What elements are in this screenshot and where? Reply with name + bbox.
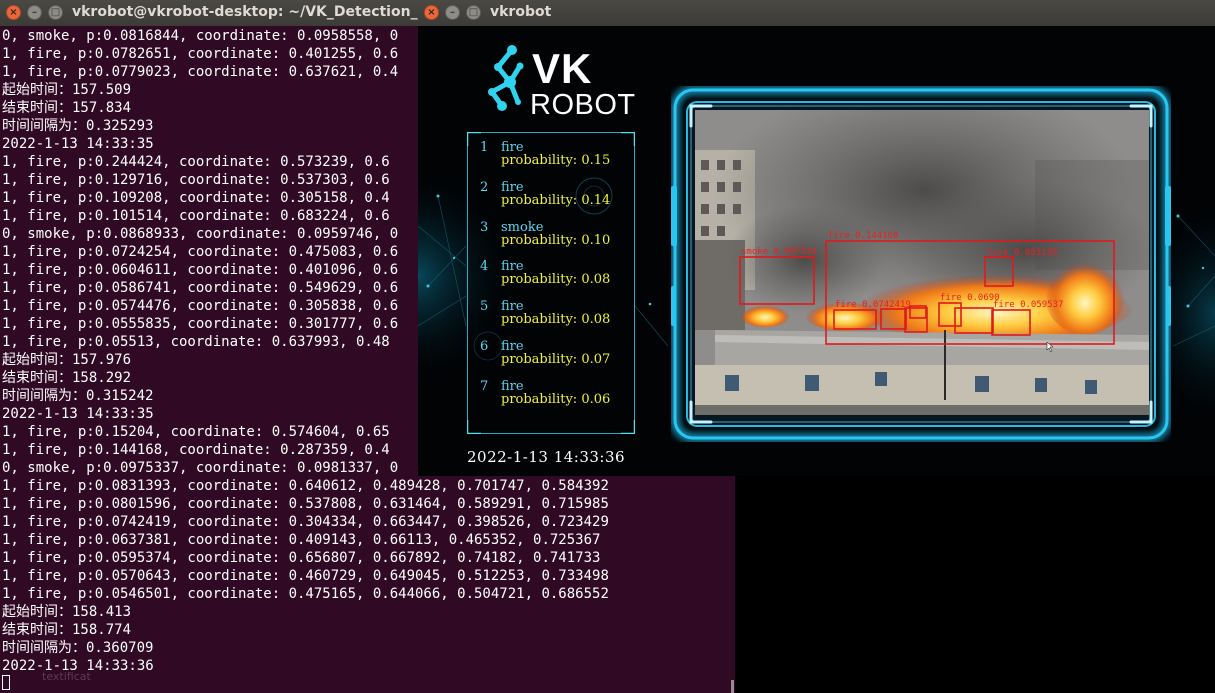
close-icon[interactable]: ×: [424, 5, 439, 20]
video-label-smoke: smoke 0.097534: [741, 247, 817, 257]
probability-value: 0.08: [581, 272, 611, 288]
logo-robot-text: ROBOT: [530, 89, 636, 121]
detection-index: 7: [480, 378, 489, 394]
probability-value: 0.06: [581, 391, 611, 407]
detection-index: 3: [480, 219, 489, 235]
vk-logo: VK ROBOT: [482, 42, 635, 122]
detection-probability: probability: 0.08: [501, 313, 610, 326]
terminal-line: 时间间隔为：0.360709: [2, 640, 154, 656]
video-label-fire-mid: fire 0.0690: [940, 293, 1000, 303]
terminal-line: 1, fire, p:0.0801596, coordinate: 0.5378…: [2, 496, 609, 512]
detection-index: 6: [480, 339, 489, 354]
logo-vk-text: VK: [532, 45, 593, 92]
terminal-line: 1, fire, p:0.0742419, coordinate: 0.3043…: [2, 514, 609, 530]
video-label-fire-top: fire 0.083139: [987, 248, 1057, 258]
detection-timestamp: 2022-1-13 14:33:36: [467, 448, 626, 466]
detection-probability: probability: 0.15: [501, 154, 610, 167]
terminal-line: 1, fire, p:0.0595374, coordinate: 0.6568…: [2, 550, 601, 566]
terminal-line: 1, fire, p:0.0570643, coordinate: 0.4607…: [2, 568, 609, 584]
video-label-fire-main: fire 0.144168: [828, 231, 898, 241]
detection-titlebar[interactable]: × – □ vkrobot: [418, 0, 1215, 26]
terminal-cursor: [2, 675, 10, 690]
probability-label: probability:: [501, 312, 578, 328]
probability-label: probability:: [501, 391, 578, 407]
detection-window-title: vkrobot: [490, 4, 552, 20]
probability-value: 0.15: [581, 153, 611, 168]
minimize-icon[interactable]: –: [445, 5, 460, 20]
probability-label: probability:: [501, 153, 578, 168]
maximize-icon[interactable]: □: [466, 5, 481, 20]
terminal-line: 起始时间：158.413: [2, 604, 132, 620]
terminal-line: 2022-1-13 14:33:36: [2, 658, 154, 674]
detection-index: 2: [480, 179, 489, 195]
video-label-fire-small: fire 0.0742419: [835, 300, 911, 310]
terminal-title: vkrobot@vkrobot-desktop: ~/VK_Detection_…: [72, 4, 451, 20]
detection-content: VK ROBOT 1 fire probability: 0.15 2 fire prob…: [418, 26, 1215, 476]
probability-label: probability:: [501, 272, 578, 288]
probability-label: probability:: [501, 232, 578, 248]
terminal-line: 结束时间：158.774: [2, 622, 132, 638]
video-frame: smoke 0.097534 fire 0.144168 fire 0.0831…: [695, 110, 1149, 415]
probability-value: 0.08: [581, 312, 611, 328]
detection-index: 4: [480, 259, 489, 275]
detection-probability: probability: 0.07: [501, 353, 610, 366]
detection-window[interactable]: × – □ vkrobot VK ROBOT 1 fire probabilit…: [418, 0, 1215, 476]
detection-probability: probability: 0.06: [501, 393, 610, 406]
video-scene: smoke 0.097534 fire 0.144168 fire 0.0831…: [695, 110, 1149, 415]
detection-index: 5: [480, 299, 489, 315]
detection-probability: probability: 0.10: [501, 234, 610, 247]
vk-logo-icon: [488, 45, 524, 111]
detection-probability: probability: 0.14: [501, 194, 610, 207]
detection-list-panel: 1 fire probability: 0.15 2 fire probability: …: [466, 131, 635, 434]
detection-probability: probability: 0.08: [501, 273, 610, 286]
probability-label: probability:: [501, 192, 578, 208]
detection-index: 1: [480, 140, 489, 155]
video-label-fire-right: fire 0.059537: [993, 300, 1063, 310]
maximize-icon[interactable]: □: [48, 5, 63, 20]
minimize-icon[interactable]: –: [27, 5, 42, 20]
probability-label: probability:: [501, 352, 578, 367]
probability-value: 0.07: [581, 352, 611, 367]
terminal-line: 1, fire, p:0.0637381, coordinate: 0.4091…: [2, 532, 601, 548]
close-icon[interactable]: ×: [6, 5, 21, 20]
terminal-line: 1, fire, p:0.0831393, coordinate: 0.6406…: [2, 478, 609, 494]
probability-value: 0.14: [581, 192, 611, 208]
terminal-line: 1, fire, p:0.0546501, coordinate: 0.4751…: [2, 586, 609, 602]
terminal-scrollbar[interactable]: [731, 680, 734, 693]
probability-value: 0.10: [581, 232, 611, 248]
terminal-ghost-text: textificat: [42, 670, 91, 683]
